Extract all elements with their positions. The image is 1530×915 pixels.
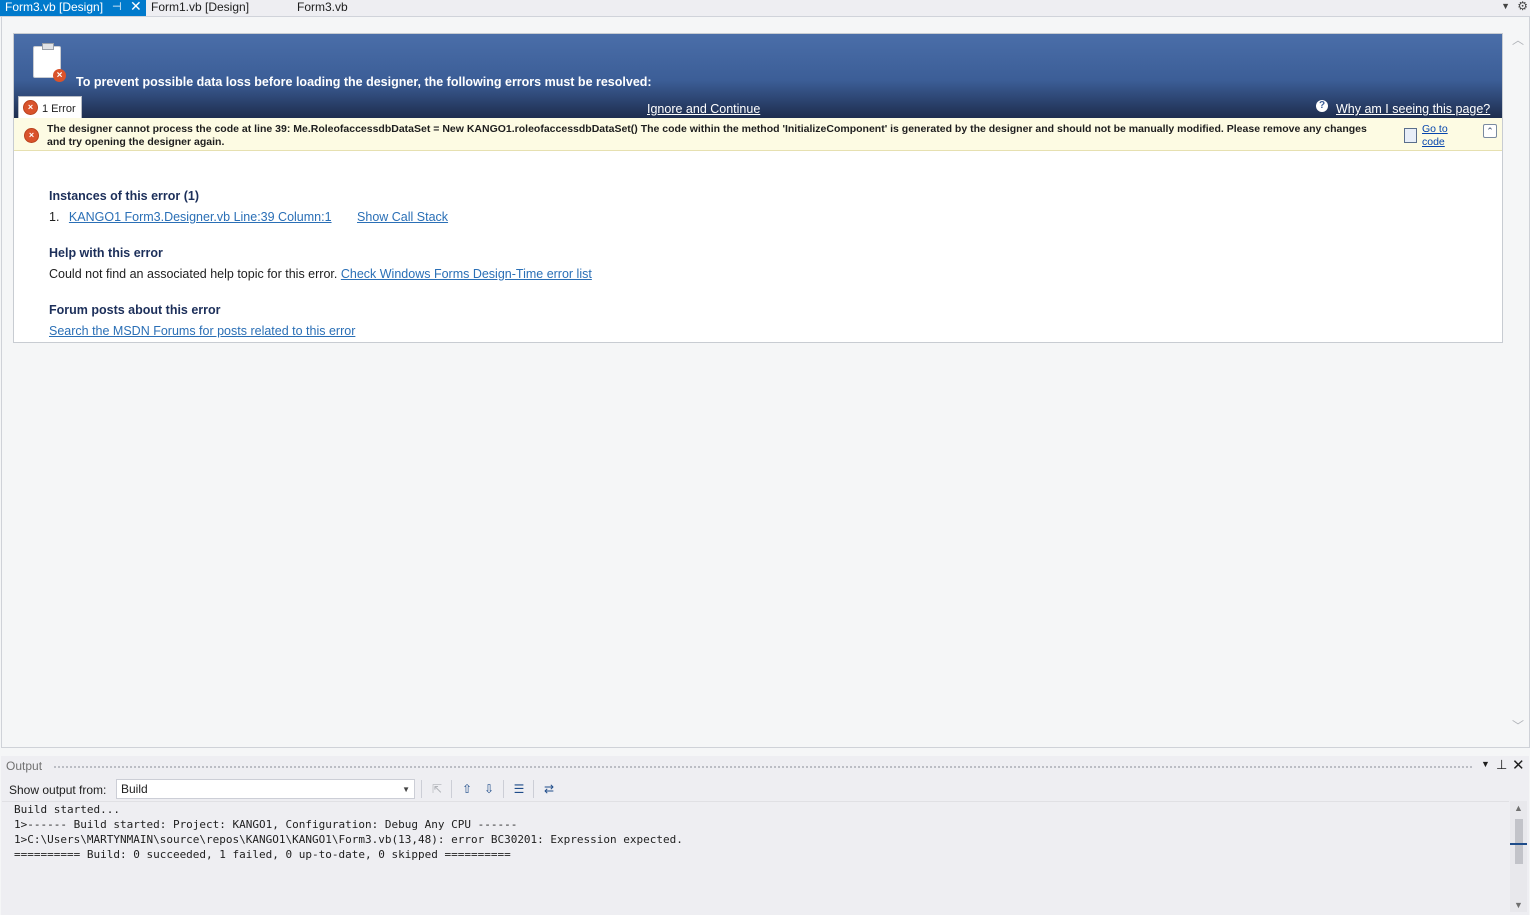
tab-form3-design[interactable]: Form3.vb [Design] ⊣ ✕	[0, 0, 146, 16]
code-file-icon	[1404, 128, 1417, 143]
scroll-up-icon[interactable]: ︿	[1512, 31, 1524, 48]
tab-form3-code[interactable]: Form3.vb	[297, 0, 348, 16]
why-am-i-seeing-link[interactable]: Why am I seeing this page?	[1336, 102, 1490, 116]
error-icon: ×	[23, 100, 38, 115]
scroll-up-icon[interactable]: ▲	[1514, 803, 1523, 813]
tab-form1-design[interactable]: Form1.vb [Design]	[151, 0, 249, 16]
chevron-down-icon[interactable]: ▼	[1481, 759, 1490, 769]
error-panel: × To prevent possible data loss before l…	[13, 33, 1503, 343]
help-heading: Help with this error	[49, 246, 163, 260]
error-message: The designer cannot process the code at …	[47, 123, 1367, 148]
scroll-down-icon[interactable]: ﹀	[1512, 717, 1524, 734]
output-window: Output ▼ ⊥ ✕ Show output from: Build ▼ ⇱…	[1, 756, 1529, 915]
word-wrap-icon[interactable]: ⇄	[541, 781, 557, 797]
output-text-area[interactable]: Build started... 1>------ Build started:…	[2, 801, 1509, 913]
instances-heading: Instances of this error (1)	[49, 189, 200, 203]
previous-message-icon[interactable]: ⇧	[459, 781, 475, 797]
output-line: ========== Build: 0 succeeded, 1 failed,…	[14, 848, 511, 861]
error-count-tab[interactable]: × 1 Error	[18, 96, 82, 119]
tab-label: Form3.vb [Design]	[5, 0, 104, 14]
instance-link[interactable]: KANGO1 Form3.Designer.vb Line:39 Column:…	[69, 210, 332, 224]
collapse-icon[interactable]: ⌃	[1483, 124, 1497, 138]
show-output-from-label: Show output from:	[9, 783, 107, 797]
tab-label: Form1.vb [Design]	[151, 0, 250, 14]
close-icon[interactable]: ✕	[130, 0, 142, 14]
find-message-in-code-icon[interactable]: ⇱	[429, 781, 445, 797]
close-icon[interactable]: ✕	[1512, 756, 1525, 774]
ignore-and-continue-link[interactable]: Ignore and Continue	[647, 102, 760, 116]
check-error-list-link[interactable]: Check Windows Forms Design-Time error li…	[341, 267, 592, 281]
tab-label: Form3.vb	[297, 0, 348, 14]
toolbar-separator	[451, 780, 452, 798]
output-scrollbar[interactable]: ▲ ▼	[1510, 801, 1527, 912]
error-icon: ×	[24, 128, 39, 143]
error-message-bar: × The designer cannot process the code a…	[14, 118, 1502, 151]
chevron-down-icon[interactable]: ▼	[1501, 1, 1510, 11]
help-row: Could not find an associated help topic …	[49, 267, 592, 281]
next-message-icon[interactable]: ⇩	[481, 781, 497, 797]
output-line: 1>------ Build started: Project: KANGO1,…	[14, 818, 518, 831]
help-icon: ?	[1316, 100, 1328, 112]
clipboard-error-icon: ×	[33, 43, 66, 82]
designer-surface: ︿ ﹀ × To prevent possible data loss befo…	[1, 17, 1530, 748]
msdn-forums-link[interactable]: Search the MSDN Forums for posts related…	[49, 324, 355, 338]
pin-icon[interactable]: ⊥	[1496, 757, 1507, 773]
output-line: 1>C:\Users\MARTYNMAIN\source\repos\KANGO…	[14, 833, 683, 846]
help-text: Could not find an associated help topic …	[49, 267, 338, 281]
output-source-value: Build	[121, 782, 148, 796]
document-tab-strip: Form3.vb [Design] ⊣ ✕ Form1.vb [Design] …	[0, 0, 1530, 17]
scroll-down-icon[interactable]: ▼	[1514, 900, 1523, 910]
scrollbar-marker	[1510, 843, 1527, 845]
instance-item: 1. KANGO1 Form3.Designer.vb Line:39 Colu…	[49, 210, 448, 224]
go-to-code-link[interactable]: Go to code	[1422, 123, 1462, 149]
toolbar-separator	[421, 780, 422, 798]
instance-number: 1.	[49, 210, 60, 224]
gear-icon[interactable]: ⚙	[1517, 0, 1528, 13]
title-grip[interactable]	[53, 765, 1473, 769]
clear-all-icon[interactable]: ☰	[511, 781, 527, 797]
output-title: Output	[6, 759, 43, 773]
error-banner: × To prevent possible data loss before l…	[14, 34, 1502, 119]
banner-title: To prevent possible data loss before loa…	[76, 75, 652, 89]
chevron-down-icon: ▼	[402, 785, 410, 794]
error-count-label: 1 Error	[42, 103, 76, 115]
output-line: Build started...	[14, 803, 120, 816]
show-call-stack-link[interactable]: Show Call Stack	[357, 210, 448, 224]
forum-heading: Forum posts about this error	[49, 303, 221, 317]
output-source-select[interactable]: Build ▼	[116, 779, 415, 799]
pin-icon[interactable]: ⊣	[112, 0, 122, 15]
toolbar-separator	[533, 780, 534, 798]
scrollbar-thumb[interactable]	[1515, 819, 1523, 864]
toolbar-separator	[503, 780, 504, 798]
